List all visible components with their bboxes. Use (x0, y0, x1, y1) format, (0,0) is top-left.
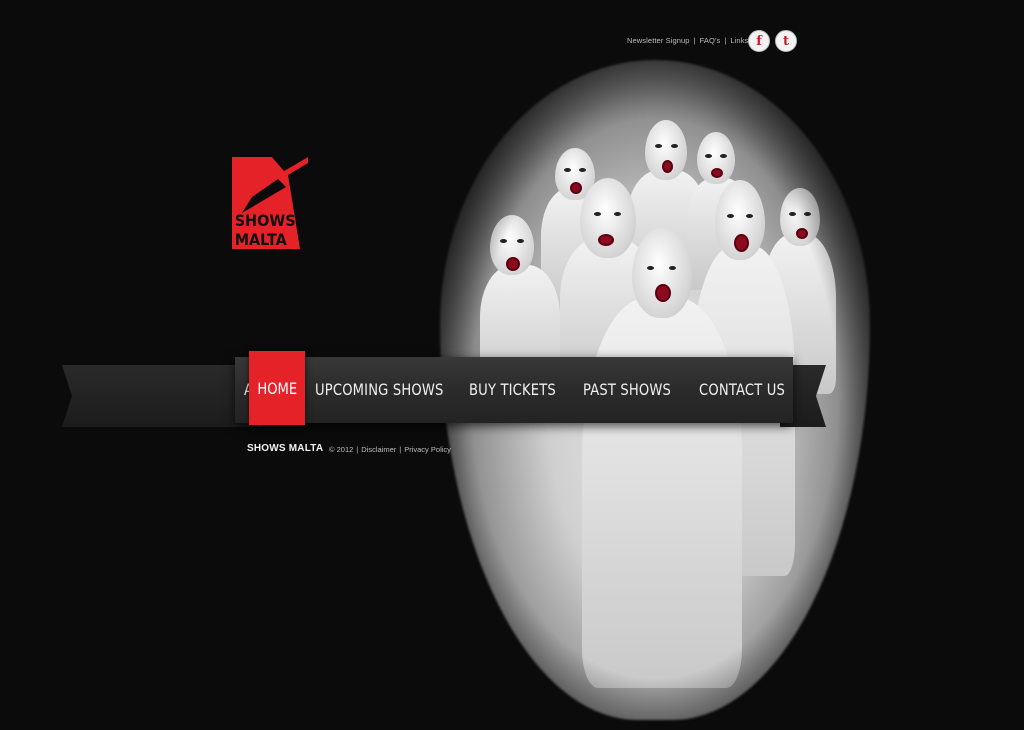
facebook-icon[interactable]: f (748, 30, 770, 52)
shows-malta-logo[interactable]: SHOWS MALTA (232, 157, 308, 249)
faqs-link[interactable]: FAQ's (700, 36, 721, 45)
disclaimer-link[interactable]: Disclaimer (361, 445, 396, 454)
nav-home[interactable]: HOME (249, 351, 305, 425)
copyright: © 2012 (329, 445, 354, 454)
nav-buy-tickets[interactable]: BUY TICKETS (460, 357, 565, 423)
twitter-icon[interactable]: t (775, 30, 797, 52)
nav-contact-us[interactable]: CONTACT US (690, 357, 794, 423)
nav-past-shows[interactable]: PAST SHOWS (574, 357, 680, 423)
footer-brand: SHOWS MALTA (247, 443, 324, 454)
top-links: Newsletter Signup | FAQ's | Links (627, 36, 749, 45)
logo-line-1: SHOWS (235, 211, 296, 230)
logo-line-2: MALTA (235, 230, 287, 249)
nav-ribbon-left (62, 365, 262, 427)
privacy-policy-link[interactable]: Privacy Policy (404, 445, 451, 454)
links-link[interactable]: Links (730, 36, 748, 45)
nav-upcoming-shows[interactable]: UPCOMING SHOWS (306, 357, 453, 423)
main-nav: ABOUT UPCOMING SHOWS BUY TICKETS PAST SH… (235, 357, 793, 423)
newsletter-signup-link[interactable]: Newsletter Signup (627, 36, 690, 45)
footer-links: © 2012 | Disclaimer | Privacy Policy (329, 445, 451, 454)
